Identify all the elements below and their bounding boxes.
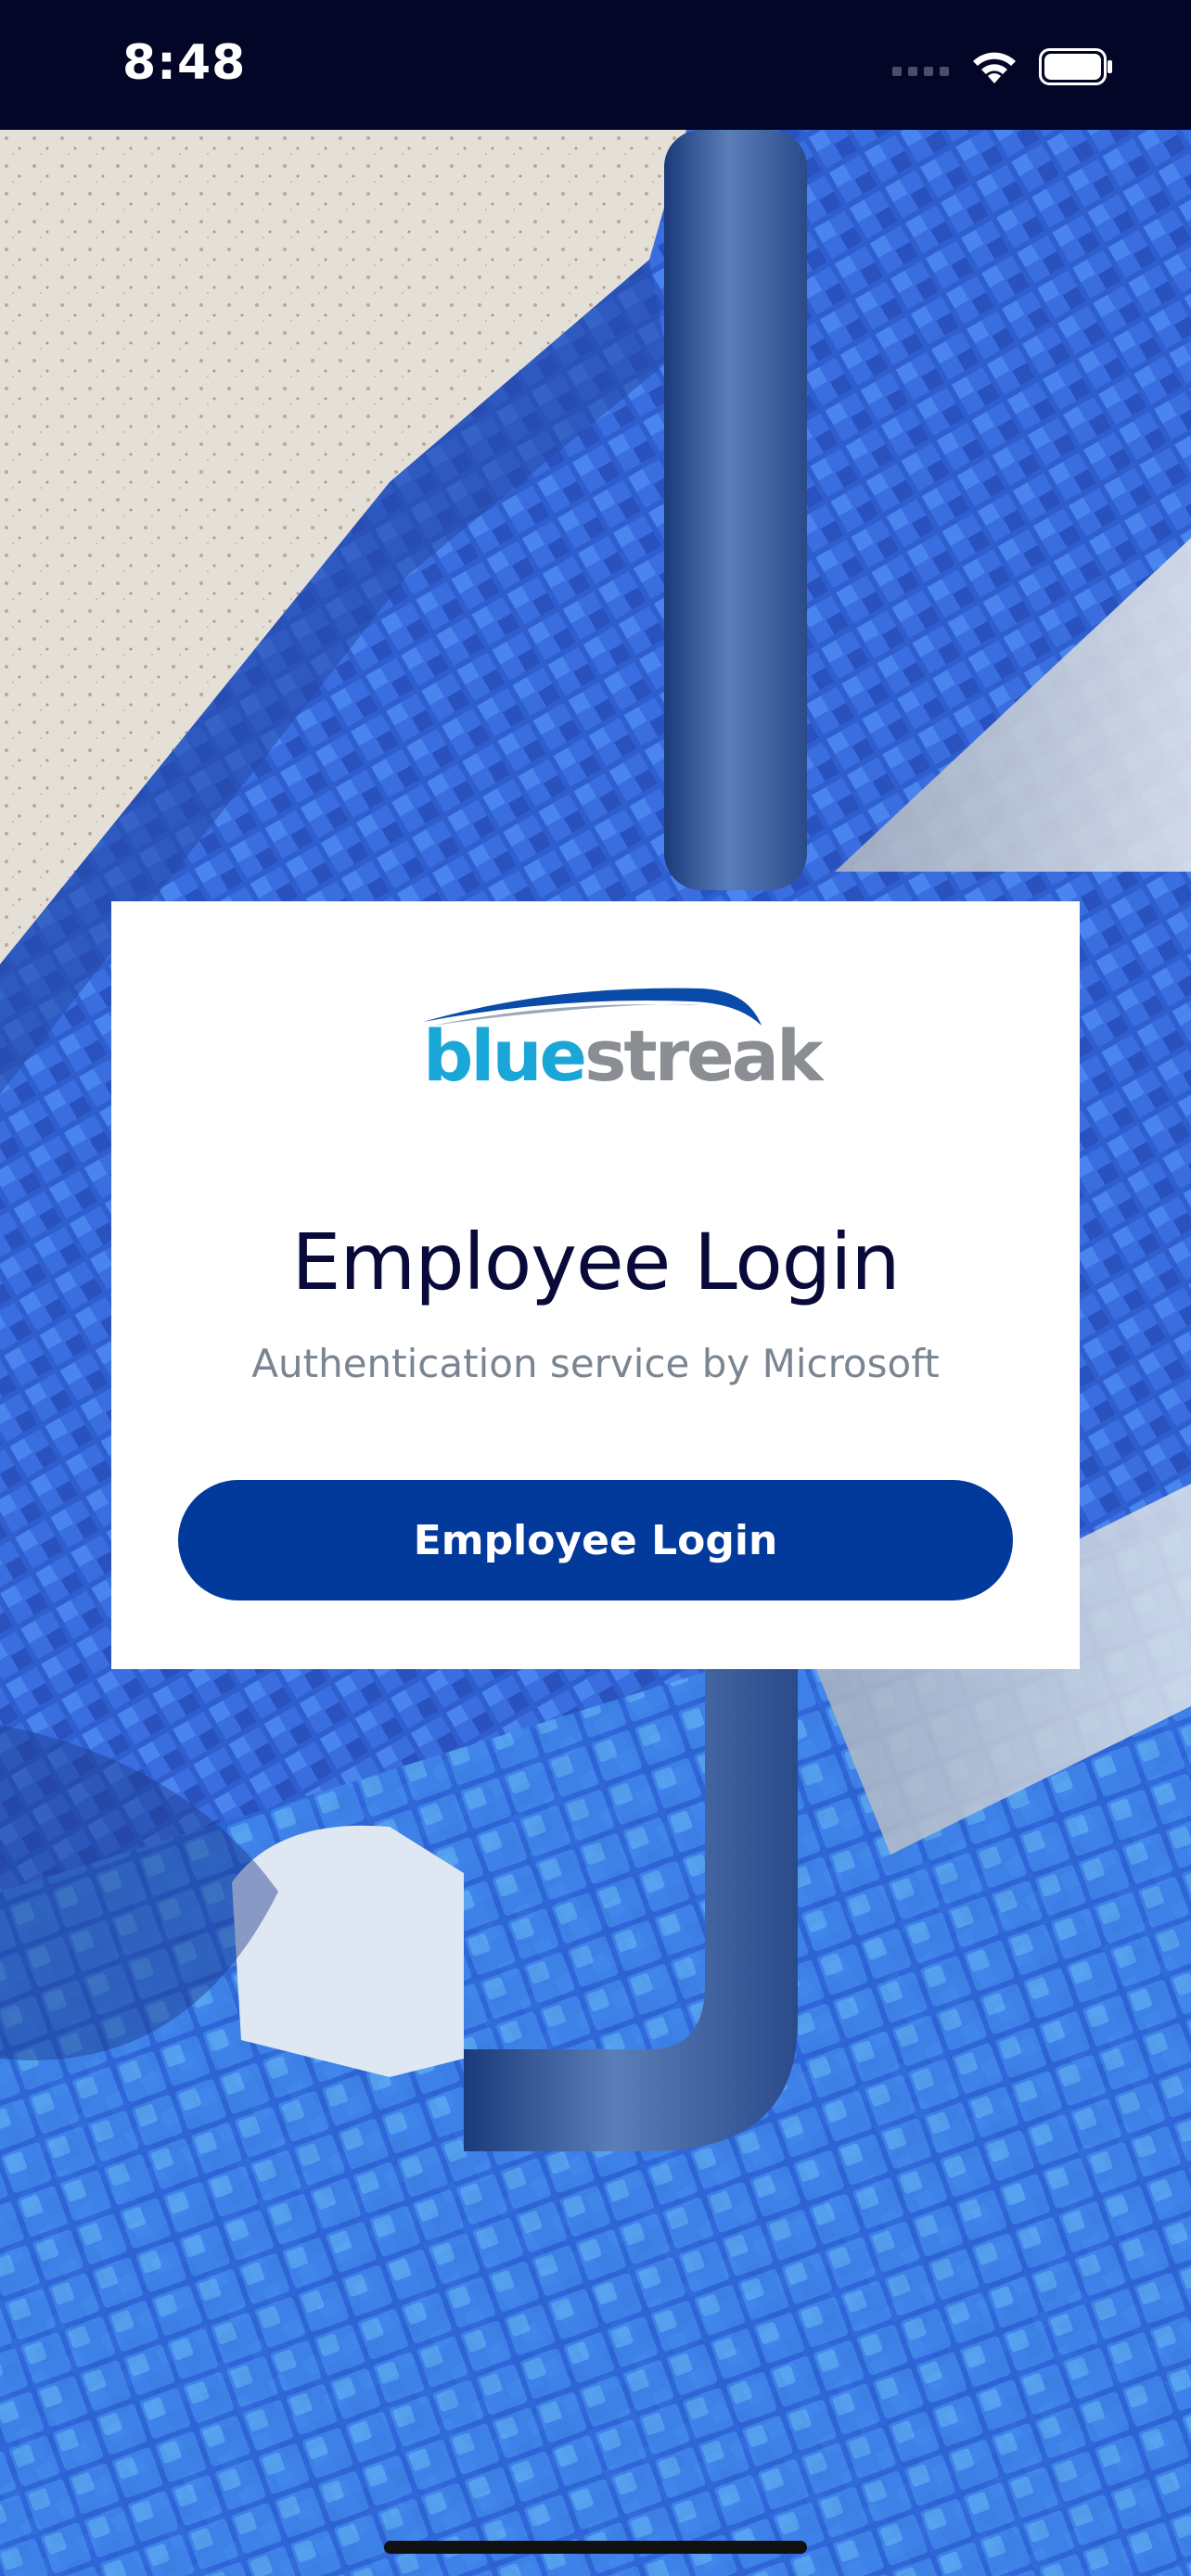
page-title: Employee Login <box>291 1217 900 1307</box>
logo-text-blue: blue <box>423 1014 587 1097</box>
wifi-icon <box>973 52 1016 83</box>
cellular-signal-icon <box>892 67 949 76</box>
login-card: bluestreak Employee Login Authentication… <box>111 901 1080 1669</box>
logo-text-gray: streak <box>584 1014 823 1097</box>
logo-wordmark: bluestreak <box>423 1014 824 1098</box>
bluestreak-logo: bluestreak <box>423 977 824 1098</box>
employee-login-button[interactable]: Employee Login <box>178 1480 1013 1600</box>
status-time: 8:48 <box>122 35 247 91</box>
battery-icon <box>1039 48 1112 85</box>
auth-subtitle: Authentication service by Microsoft <box>251 1341 940 1386</box>
status-bar: 8:48 <box>0 0 1191 130</box>
status-icons <box>892 43 1113 91</box>
home-indicator[interactable] <box>384 2541 807 2554</box>
